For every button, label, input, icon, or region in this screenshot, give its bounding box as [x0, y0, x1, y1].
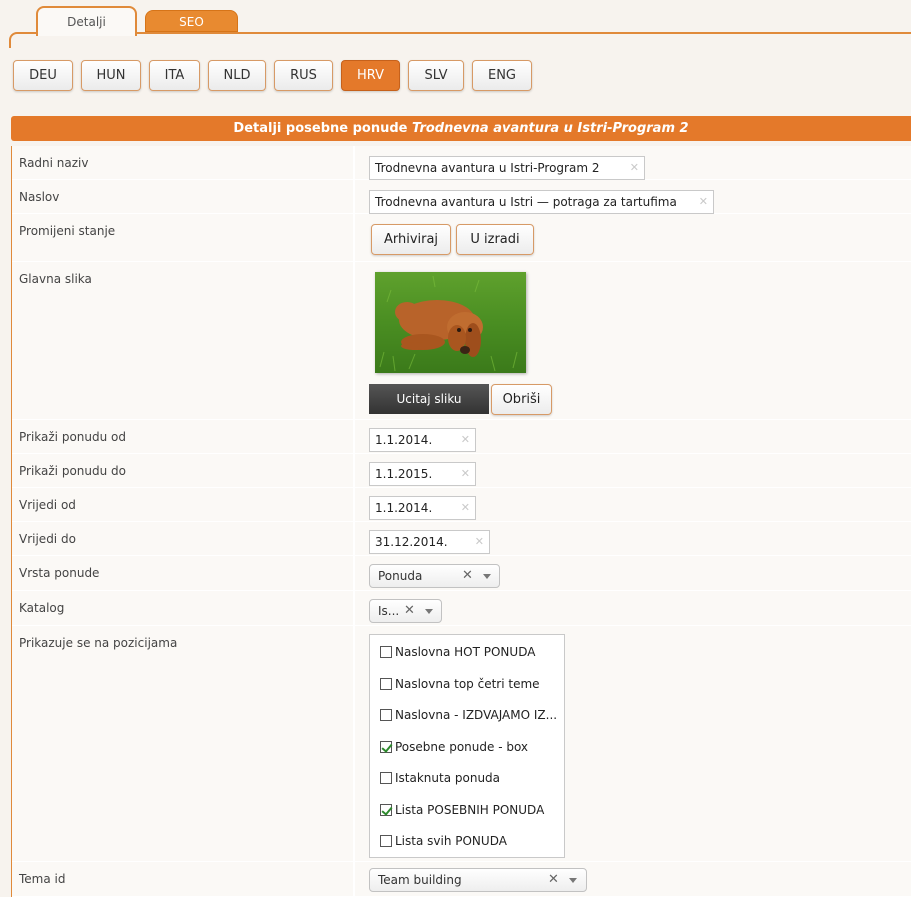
- position-label: Lista POSEBNIH PONUDA: [395, 803, 545, 817]
- position-checkbox-item[interactable]: Naslovna HOT PONUDA: [380, 643, 535, 661]
- lang-button-rus[interactable]: RUS: [274, 60, 333, 91]
- prikazi-do-value: 1.1.2015.: [375, 467, 433, 481]
- tema-id-value: Team building: [378, 873, 462, 887]
- position-label: Naslovna HOT PONUDA: [395, 645, 536, 659]
- checkbox[interactable]: [380, 835, 392, 847]
- label-promijeni-stanje: Promijeni stanje: [12, 214, 353, 262]
- checkbox[interactable]: [380, 678, 392, 690]
- chevron-down-icon[interactable]: [425, 609, 433, 614]
- position-checkbox-item[interactable]: Naslovna - IZDVAJAMO IZ...: [380, 706, 557, 724]
- label-vrsta-ponude: Vrsta ponude: [12, 556, 353, 591]
- lang-button-hun[interactable]: HUN: [81, 60, 141, 91]
- label-vrijedi-do: Vrijedi do: [12, 522, 353, 556]
- clear-icon[interactable]: ✕: [699, 191, 708, 213]
- checkbox-checked[interactable]: [380, 804, 392, 816]
- label-prikazi-od: Prikaži ponudu od: [12, 420, 353, 454]
- lang-button-hrv[interactable]: HRV: [341, 60, 400, 91]
- row-naslov: Naslov Trodnevna avantura u Istri — potr…: [12, 180, 911, 214]
- vrsta-ponude-select[interactable]: Ponuda ✕: [369, 564, 500, 588]
- main-image-thumbnail: [375, 272, 526, 373]
- naslov-input[interactable]: Trodnevna avantura u Istri — potraga za …: [369, 190, 714, 214]
- clear-icon[interactable]: ✕: [630, 157, 639, 179]
- row-radni-naziv: Radni naziv Trodnevna avantura u Istri-P…: [12, 146, 911, 180]
- lang-button-ita[interactable]: ITA: [149, 60, 200, 91]
- in-progress-button[interactable]: U izradi: [456, 224, 534, 255]
- vrijedi-do-date-input[interactable]: 31.12.2014. ✕: [369, 530, 490, 554]
- row-vrsta-ponude: Vrsta ponude Ponuda ✕: [12, 556, 911, 591]
- vrijedi-do-value: 31.12.2014.: [375, 535, 448, 549]
- tab-underline: [9, 32, 911, 48]
- row-tema-id: Tema id Team building ✕: [12, 862, 911, 897]
- position-label: Lista svih PONUDA: [395, 834, 507, 848]
- vrijedi-od-date-input[interactable]: 1.1.2014. ✕: [369, 496, 476, 520]
- position-checkbox-item[interactable]: Naslovna top četri teme: [380, 675, 540, 693]
- row-vrijedi-od: Vrijedi od 1.1.2014. ✕: [12, 488, 911, 522]
- clear-icon[interactable]: ✕: [548, 869, 559, 891]
- position-checkbox-item[interactable]: Lista svih PONUDA: [380, 832, 507, 850]
- row-prikazi-od: Prikaži ponudu od 1.1.2014. ✕: [12, 420, 911, 454]
- label-radni-naziv: Radni naziv: [12, 146, 353, 180]
- section-header: Detalji posebne ponude Trodnevna avantur…: [11, 116, 911, 141]
- row-katalog: Katalog Is... ✕: [12, 591, 911, 626]
- position-checkbox-item[interactable]: Lista POSEBNIH PONUDA: [380, 801, 544, 819]
- row-prikazi-do: Prikaži ponudu do 1.1.2015. ✕: [12, 454, 911, 488]
- column-divider: [353, 146, 355, 897]
- upload-image-button[interactable]: Ucitaj sliku: [369, 384, 489, 414]
- clear-icon[interactable]: ✕: [461, 429, 470, 451]
- clear-icon[interactable]: ✕: [461, 497, 470, 519]
- clear-icon[interactable]: ✕: [404, 600, 415, 622]
- tema-id-select[interactable]: Team building ✕: [369, 868, 587, 892]
- katalog-value: Is...: [378, 604, 400, 618]
- lang-button-eng[interactable]: ENG: [472, 60, 532, 91]
- clear-icon[interactable]: ✕: [475, 531, 484, 553]
- clear-icon[interactable]: ✕: [461, 463, 470, 485]
- prikazi-do-date-input[interactable]: 1.1.2015. ✕: [369, 462, 476, 486]
- prikazi-od-value: 1.1.2014.: [375, 433, 433, 447]
- checkbox-checked[interactable]: [380, 741, 392, 753]
- dachshund-photo-icon: [375, 272, 526, 373]
- tab-seo[interactable]: SEO: [145, 10, 238, 32]
- position-label: Naslovna top četri teme: [395, 677, 540, 691]
- radni-naziv-input[interactable]: Trodnevna avantura u Istri-Program 2 ✕: [369, 156, 645, 180]
- chevron-down-icon[interactable]: [483, 574, 491, 579]
- delete-image-button[interactable]: Obriši: [491, 384, 552, 415]
- position-checkbox-item[interactable]: Posebne ponude - box: [380, 738, 528, 756]
- lang-button-deu[interactable]: DEU: [13, 60, 73, 91]
- position-label: Posebne ponude - box: [395, 740, 529, 754]
- section-header-offer-name: Trodnevna avantura u Istri-Program 2: [412, 121, 689, 136]
- lang-button-slv[interactable]: SLV: [408, 60, 464, 91]
- position-label: Istaknuta ponuda: [395, 771, 501, 785]
- label-naslov: Naslov: [12, 180, 353, 214]
- position-checkbox-item[interactable]: Istaknuta ponuda: [380, 769, 500, 787]
- row-promijeni-stanje: Promijeni stanje Arhiviraj U izradi: [12, 214, 911, 262]
- lang-button-nld[interactable]: NLD: [208, 60, 266, 91]
- positions-checklist: Naslovna HOT PONUDA Naslovna top četri t…: [369, 634, 565, 858]
- katalog-select[interactable]: Is... ✕: [369, 599, 442, 623]
- prikazi-od-date-input[interactable]: 1.1.2014. ✕: [369, 428, 476, 452]
- tab-detalji[interactable]: Detalji: [36, 6, 137, 36]
- row-vrijedi-do: Vrijedi do 31.12.2014. ✕: [12, 522, 911, 556]
- checkbox[interactable]: [380, 646, 392, 658]
- row-glavna-slika: Glavna slika Ucitaj sliku Obriši: [12, 262, 911, 420]
- tab-bar: Detalji SEO: [9, 6, 911, 48]
- label-pozicije: Prikazuje se na pozicijama: [12, 626, 353, 862]
- chevron-down-icon[interactable]: [569, 878, 577, 883]
- naslov-value: Trodnevna avantura u Istri — potraga za …: [375, 195, 677, 209]
- label-katalog: Katalog: [12, 591, 353, 626]
- radni-naziv-value: Trodnevna avantura u Istri-Program 2: [375, 161, 600, 175]
- offer-details-form: Radni naziv Trodnevna avantura u Istri-P…: [11, 146, 911, 897]
- label-prikazi-do: Prikaži ponudu do: [12, 454, 353, 488]
- vrsta-ponude-value: Ponuda: [378, 569, 423, 583]
- label-tema-id: Tema id: [12, 862, 353, 897]
- label-vrijedi-od: Vrijedi od: [12, 488, 353, 522]
- vrijedi-od-value: 1.1.2014.: [375, 501, 433, 515]
- checkbox[interactable]: [380, 772, 392, 784]
- clear-icon[interactable]: ✕: [462, 565, 473, 587]
- label-glavna-slika: Glavna slika: [12, 262, 353, 420]
- row-pozicije: Prikazuje se na pozicijama Naslovna HOT …: [12, 626, 911, 862]
- position-label: Naslovna - IZDVAJAMO IZ...: [395, 708, 558, 722]
- section-header-prefix: Detalji posebne ponude: [233, 121, 413, 136]
- archive-button[interactable]: Arhiviraj: [371, 224, 451, 255]
- checkbox[interactable]: [380, 709, 392, 721]
